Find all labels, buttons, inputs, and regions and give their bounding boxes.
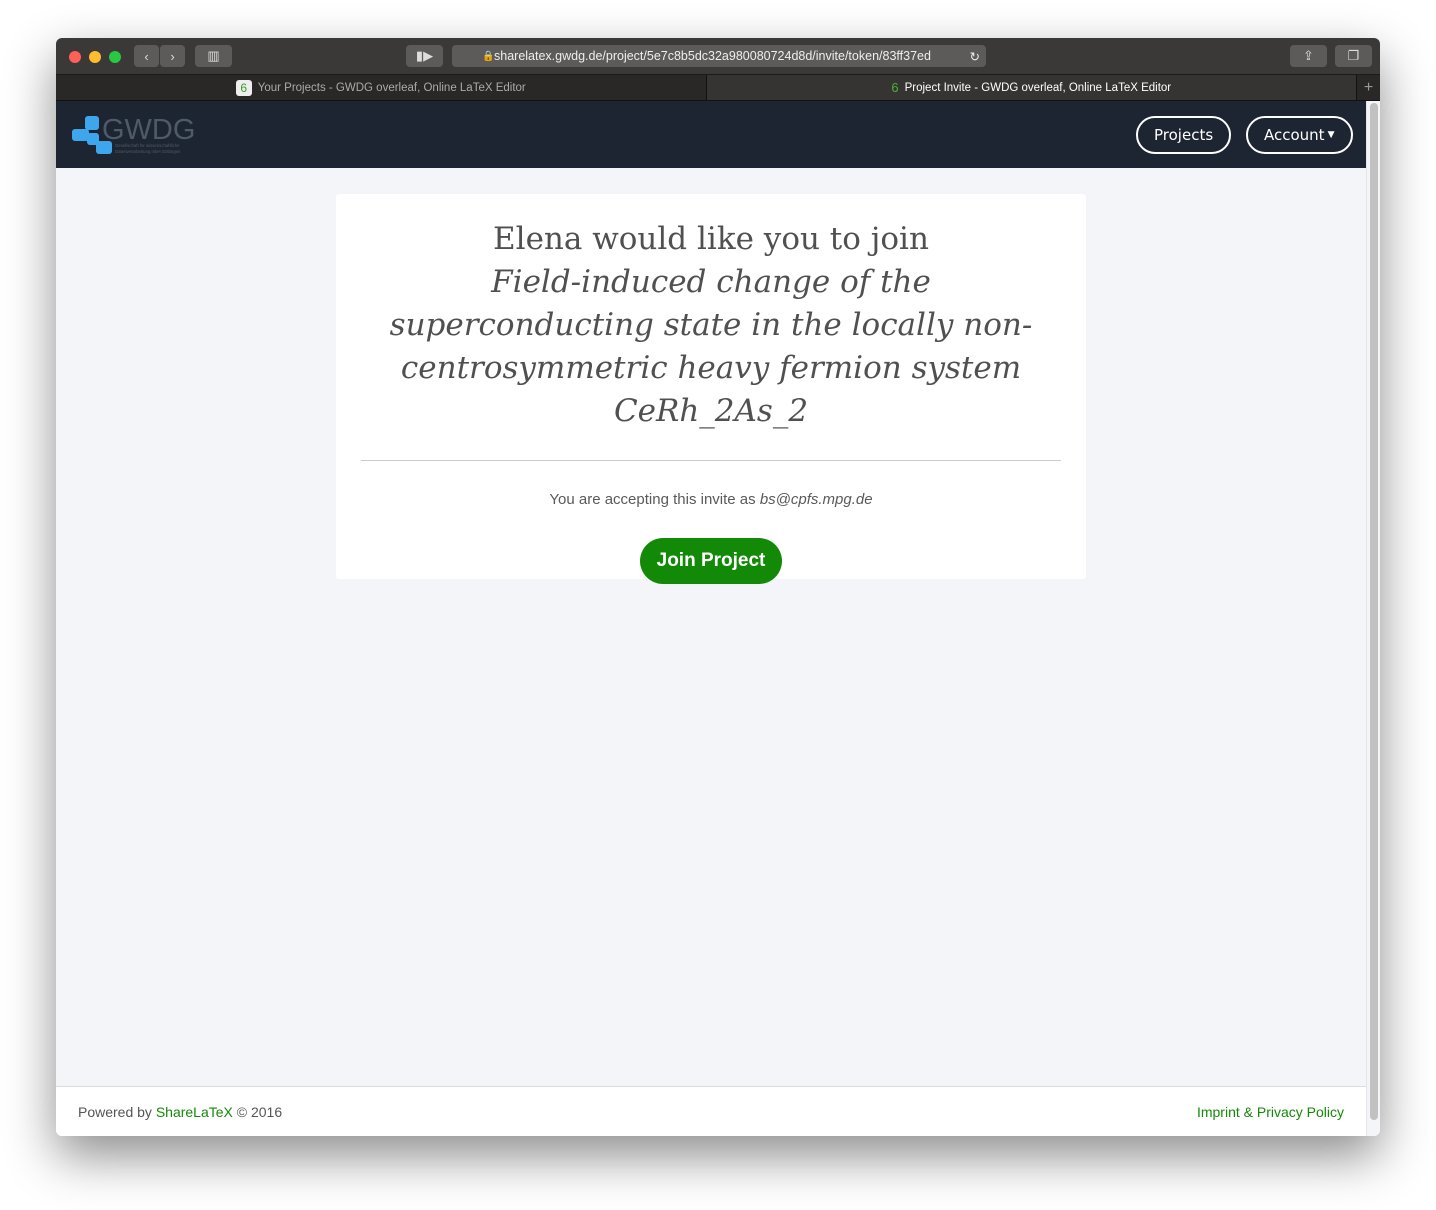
back-icon[interactable]: ‹: [134, 45, 159, 67]
accepting-prefix: You are accepting this invite as: [549, 491, 756, 508]
main-content: Elena would like you to join Field-induc…: [56, 169, 1366, 1086]
navbar: GWDG Gesellschaft für wissenschaftliche …: [56, 101, 1380, 168]
sidebar-icon[interactable]: ▥: [195, 45, 232, 67]
projects-button[interactable]: Projects: [1136, 116, 1232, 154]
share-icon[interactable]: ⇪: [1290, 45, 1327, 67]
lock-icon: 🔒: [482, 50, 495, 62]
tabs-overview-icon[interactable]: ❐: [1335, 45, 1372, 67]
url-text: sharelatex.gwdg.de/project/5e7c8b5dc32a9…: [494, 49, 931, 63]
browser-window: ‹ › ▥ ▮▶ 🔒 sharelatex.gwdg.de/project/5e…: [56, 38, 1380, 1136]
browser-toolbar: ‹ › ▥ ▮▶ 🔒 sharelatex.gwdg.de/project/5e…: [56, 38, 1380, 74]
account-dropdown[interactable]: Account ▼: [1246, 116, 1353, 154]
project-title: Field-induced change of the superconduct…: [389, 264, 1033, 429]
svg-text:Datenverarbeitung mbH Göttinge: Datenverarbeitung mbH Göttingen: [115, 149, 181, 154]
join-label: Join Project: [656, 550, 766, 571]
tab-bar: 6 Your Projects - GWDG overleaf, Online …: [56, 74, 1380, 101]
gwdg-logo[interactable]: GWDG Gesellschaft für wissenschaftliche …: [72, 113, 202, 162]
projects-label: Projects: [1154, 126, 1214, 144]
overleaf-icon: 6: [891, 80, 899, 95]
sharelatex-link[interactable]: ShareLaTeX: [156, 1104, 233, 1120]
account-label: Account: [1264, 126, 1325, 144]
close-window-button[interactable]: [69, 51, 81, 63]
powered-by-text: Powered by: [78, 1103, 152, 1120]
user-email: bs@cpfs.mpg.de: [759, 491, 873, 508]
powered-by: Powered by ShareLaTeX © 2016: [78, 1104, 282, 1120]
reader-icon[interactable]: ▮▶: [406, 45, 443, 67]
tab-your-projects[interactable]: 6 Your Projects - GWDG overleaf, Online …: [56, 75, 706, 100]
footer: Powered by ShareLaTeX © 2016 Imprint & P…: [56, 1086, 1366, 1136]
invite-heading-text: Elena would like you to join: [493, 221, 929, 257]
maximize-window-button[interactable]: [109, 51, 121, 63]
forward-icon[interactable]: ›: [160, 45, 185, 67]
scrollbar[interactable]: [1366, 101, 1380, 1136]
new-tab-button[interactable]: +: [1356, 75, 1380, 100]
caret-down-icon: ▼: [1327, 130, 1335, 140]
tab-title: Project Invite - GWDG overleaf, Online L…: [904, 81, 1172, 94]
join-project-button[interactable]: Join Project: [639, 538, 783, 584]
imprint-privacy-link[interactable]: Imprint & Privacy Policy: [1197, 1104, 1344, 1120]
minimize-window-button[interactable]: [89, 51, 101, 63]
svg-text:GWDG: GWDG: [102, 114, 195, 146]
tab-title: Your Projects - GWDG overleaf, Online La…: [257, 81, 526, 94]
overleaf-icon: 6: [235, 79, 252, 96]
address-bar[interactable]: 🔒 sharelatex.gwdg.de/project/5e7c8b5dc32…: [452, 45, 986, 67]
invite-card: Elena would like you to join Field-induc…: [336, 194, 1086, 584]
invite-heading: Elena would like you to join Field-induc…: [336, 218, 1086, 433]
reload-icon[interactable]: ↻: [963, 48, 980, 64]
accepting-as-text: You are accepting this invite as bs@cpfs…: [336, 491, 1086, 508]
svg-text:Gesellschaft für wissenschaftl: Gesellschaft für wissenschaftliche: [115, 143, 180, 148]
divider: [361, 460, 1061, 461]
tab-project-invite[interactable]: 6 Project Invite - GWDG overleaf, Online…: [705, 75, 1356, 100]
scrollbar-thumb[interactable]: [1370, 103, 1378, 1120]
copyright-text: © 2016: [236, 1103, 283, 1120]
